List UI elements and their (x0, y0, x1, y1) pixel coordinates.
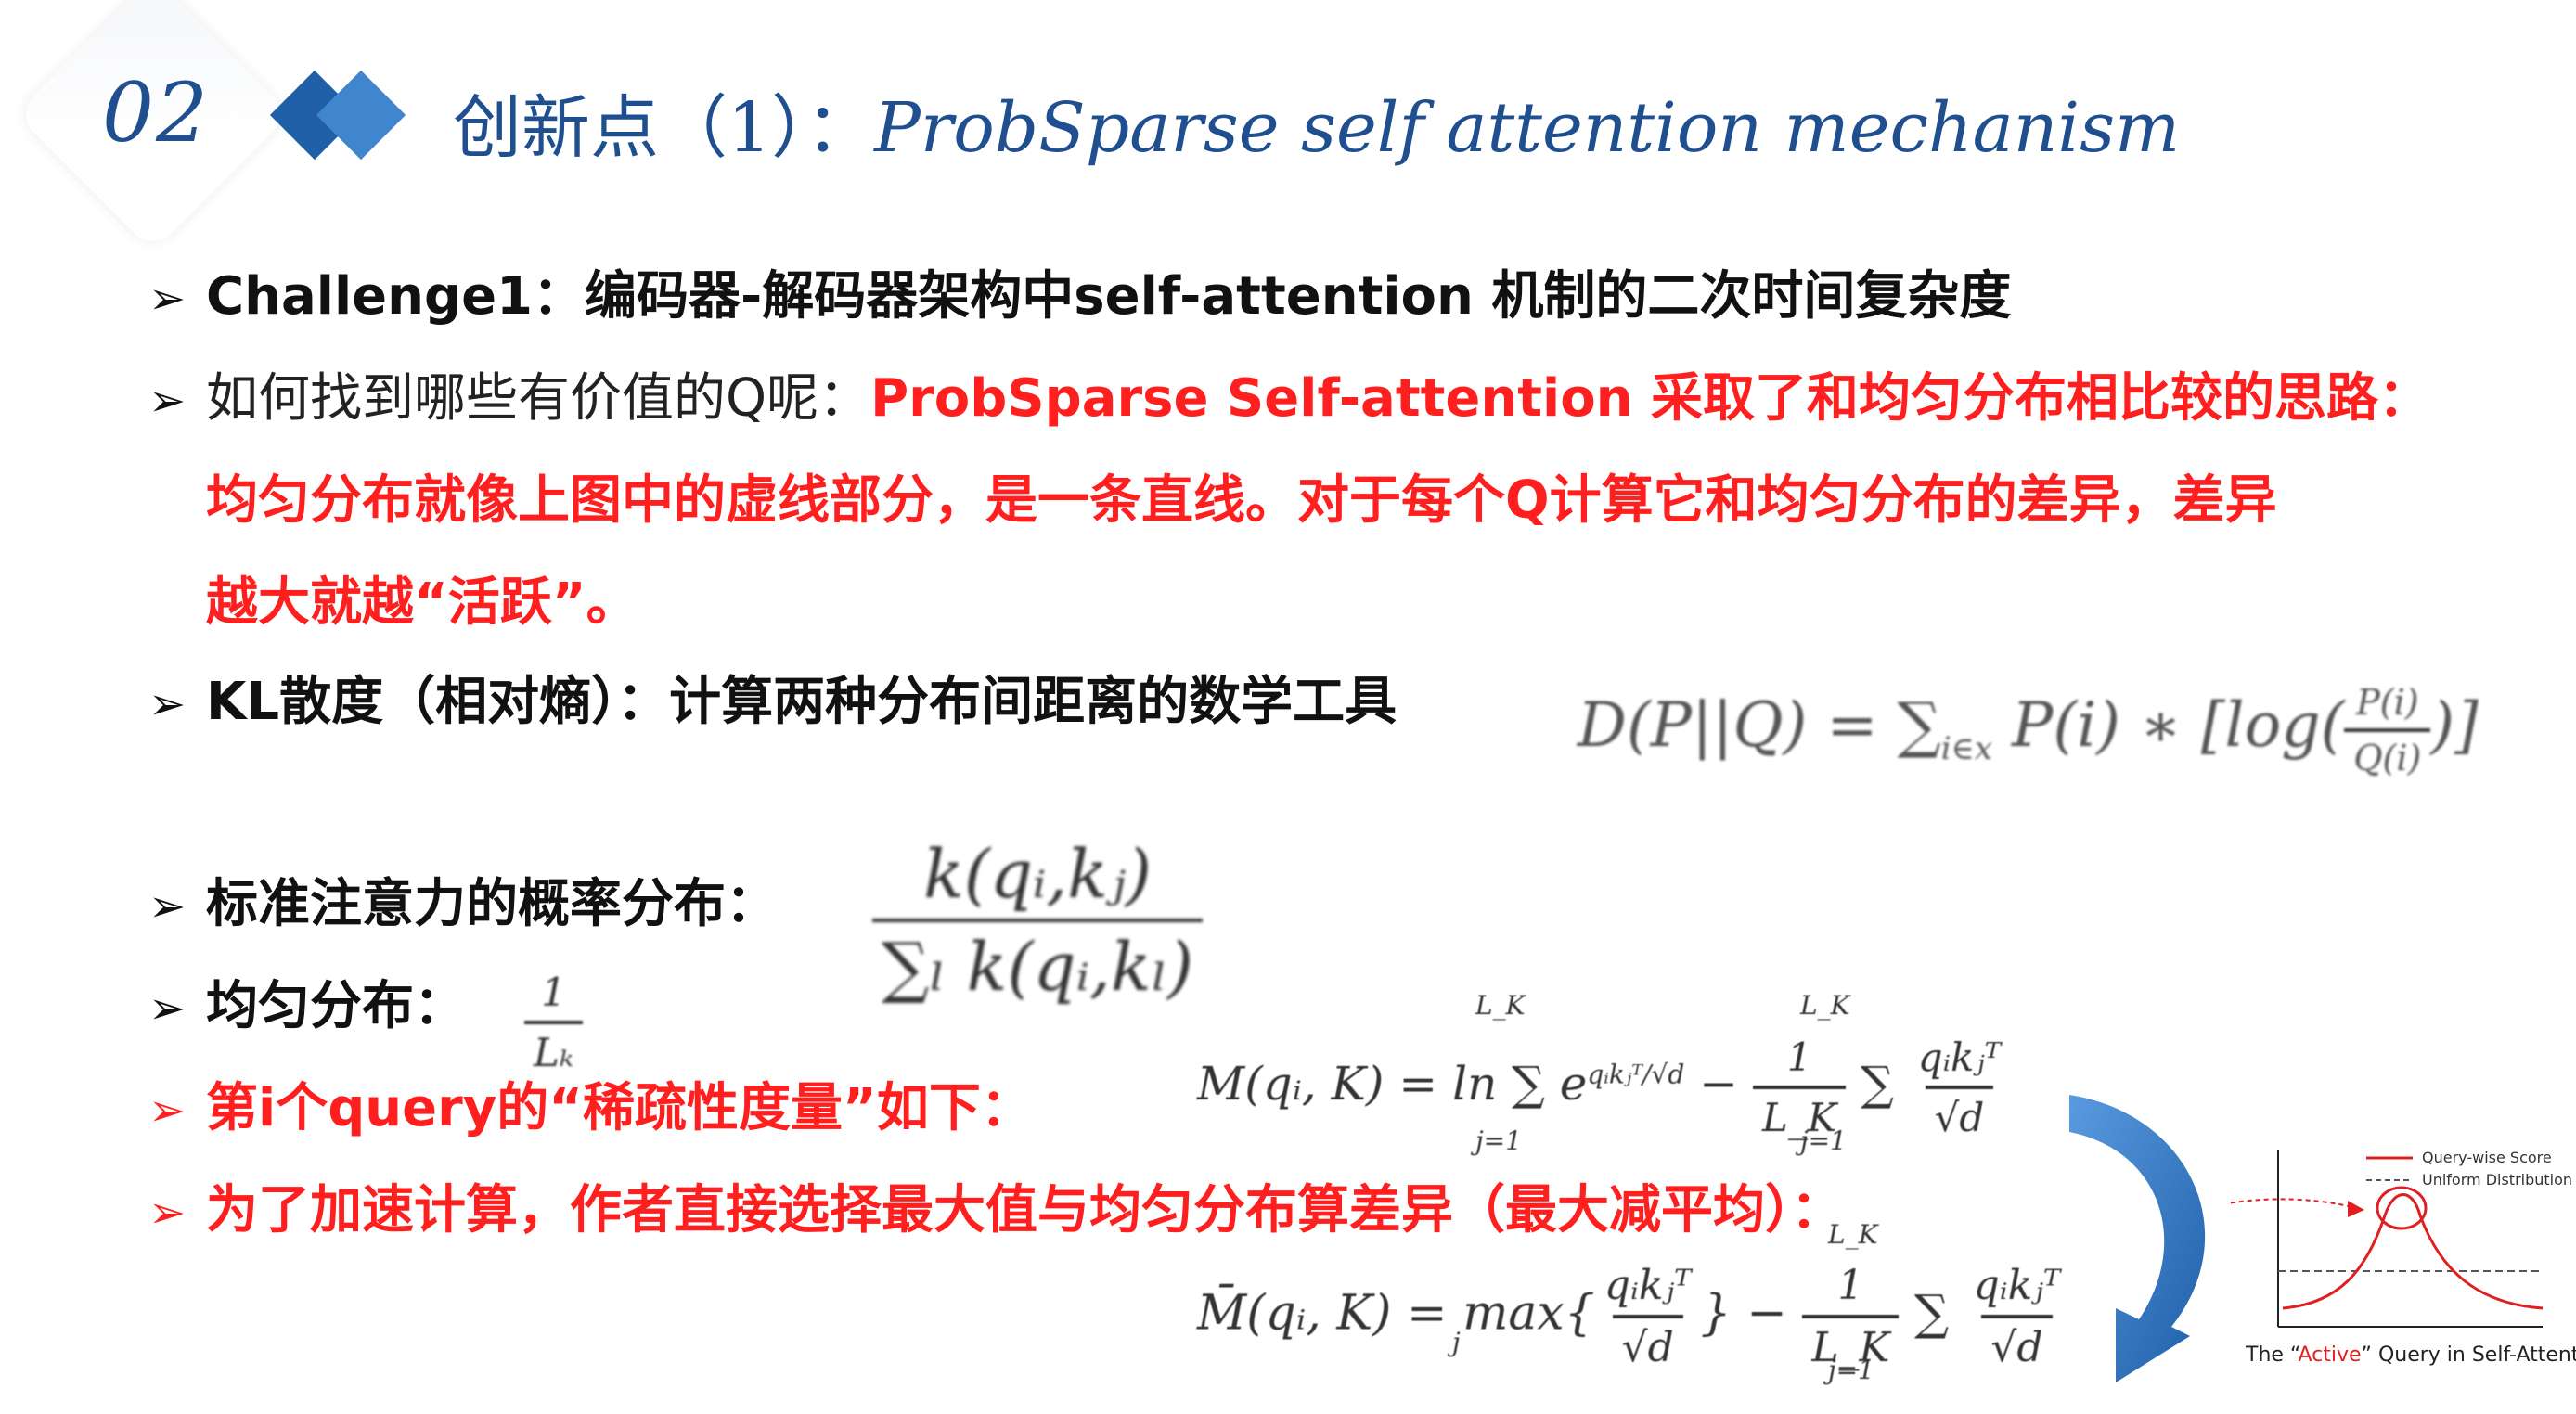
slide-title: 创新点（1）：ProbSparse self attention mechani… (453, 72, 2180, 172)
curved-arrow-icon (2069, 1095, 2206, 1382)
bullet-question: ➢ 如何找到哪些有价值的Q呢： ProbSparse Self-attention… (148, 366, 2430, 433)
bullet-challenge: ➢ Challenge1：编码器-解码器架构中self-attention 机制… (148, 264, 2011, 331)
question-red-line2: 均匀分布就像上图中的虚线部分，是一条直线。对于每个Q计算它和均匀分布的差异，差异 (206, 470, 2277, 531)
bullet-uniform: ➢ 均匀分布： (148, 974, 466, 1041)
std-attention-text: 标准注意力的概率分布： (206, 874, 778, 934)
arrow-bullet-icon: ➢ (148, 1187, 187, 1239)
bullet-speedup: ➢ 为了加速计算，作者直接选择最大值与均匀分布算差异（最大减平均）： (148, 1178, 1843, 1245)
legend-uniform: Uniform Distribution (2422, 1171, 2573, 1189)
legend-score: Query-wise Score (2422, 1149, 2552, 1166)
kl-formula: D(P||Q) = ∑i∈x P(i) ∗ [log(P(i) Q(i))] (1578, 682, 2479, 778)
active-query-chart (2227, 1150, 2544, 1328)
std-attention-formula: k(qᵢ,kⱼ) ∑ₗ k(qᵢ,kₗ) (872, 835, 1204, 1006)
sparsity-formula: M(qᵢ, K) = ln ∑ eqᵢkⱼᵀ/√d − 1 L_K ∑ qᵢkⱼᵀ… (1197, 990, 2002, 1156)
arrow-bullet-icon: ➢ (148, 983, 187, 1035)
speedup-text: 为了加速计算，作者直接选择最大值与均匀分布算差异（最大减平均）： (206, 1180, 1843, 1240)
uniform-formula: 1 Lₖ (524, 970, 584, 1075)
arrow-bullet-icon: ➢ (148, 1085, 187, 1137)
diamond-icon (316, 70, 406, 161)
title-cn: 创新点（1）： (453, 88, 875, 168)
figure-caption: The “Active” Query in Self-Attention (2246, 1343, 2576, 1367)
question-red-text: ProbSparse Self-attention 采取了和均匀分布相比较的思路… (870, 368, 2431, 429)
arrow-bullet-icon: ➢ (148, 678, 187, 730)
bullet-std-attention: ➢ 标准注意力的概率分布： (148, 872, 778, 939)
arrow-bullet-icon: ➢ (148, 375, 187, 427)
question-red-line3: 越大就越“活跃”。 (206, 572, 638, 633)
max-mean-formula: M̄(qᵢ, K) = max{qᵢkⱼᵀ √d} − 1 L_K ∑ qᵢkⱼᵀ √… (1197, 1219, 2061, 1385)
bullet-kl: ➢ KL散度（相对熵）：计算两种分布间距离的数学工具 (148, 670, 1397, 737)
kl-text: KL散度（相对熵）：计算两种分布间距离的数学工具 (206, 672, 1397, 732)
challenge-text: Challenge1：编码器-解码器架构中self-attention 机制的二… (206, 266, 2012, 327)
arrow-bullet-icon: ➢ (148, 881, 187, 932)
title-en: ProbSparse self attention mechanism (874, 88, 2181, 168)
bullet-sparsity: ➢ 第i个query的“稀疏性度量”如下： (148, 1076, 1033, 1143)
score-curve (2282, 1193, 2544, 1310)
question-plain-text: 如何找到哪些有价值的Q呢： (206, 368, 871, 429)
arrow-bullet-icon: ➢ (148, 273, 187, 325)
uniform-text: 均匀分布： (206, 976, 466, 1036)
section-number: 02 (102, 65, 210, 161)
sparsity-text: 第i个query的“稀疏性度量”如下： (206, 1078, 1033, 1138)
